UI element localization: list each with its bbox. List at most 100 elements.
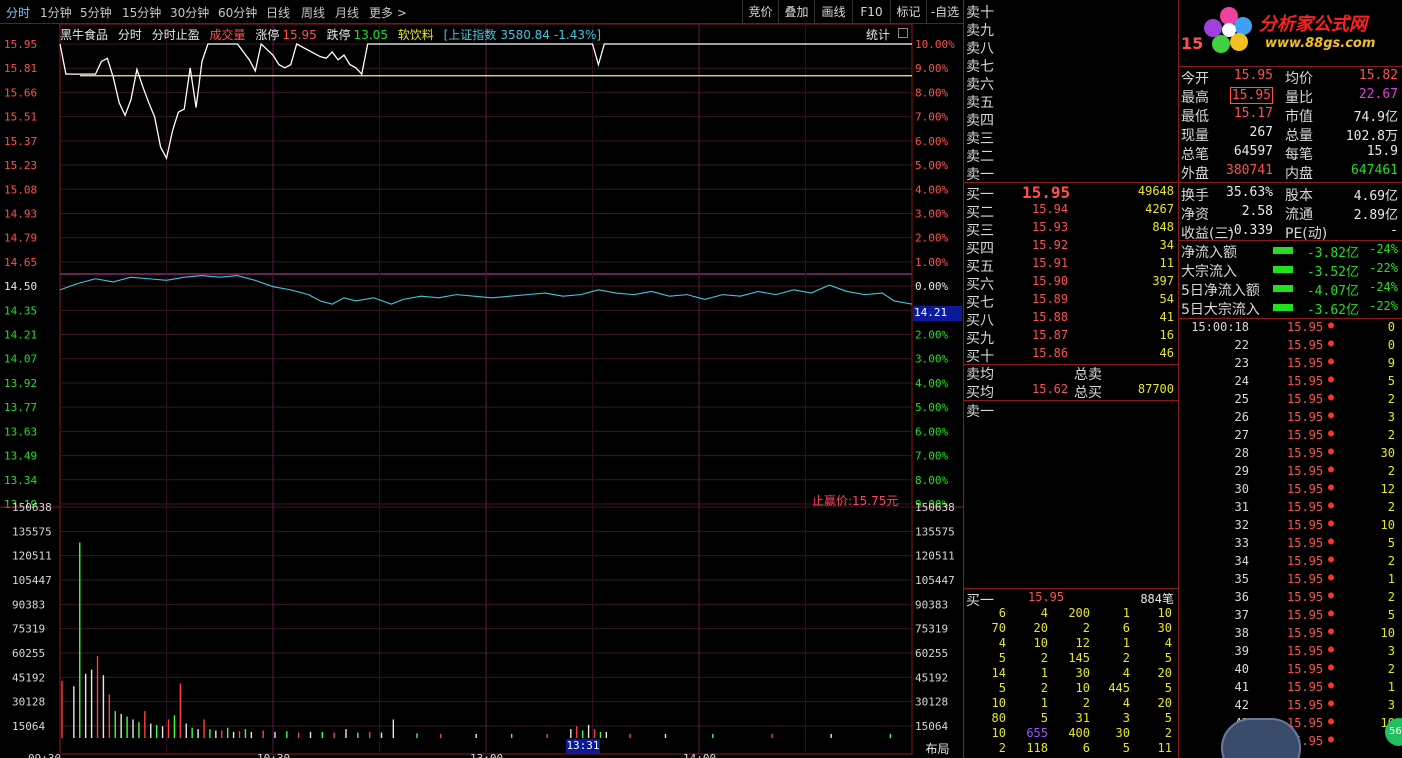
tick-row[interactable]: 39 15.95 ● 3 bbox=[1179, 644, 1401, 662]
volume-tick-label: 60255 bbox=[915, 647, 948, 660]
sell-level-row[interactable]: 卖七 bbox=[966, 56, 1176, 75]
tab-1min[interactable]: 1分钟 bbox=[40, 4, 72, 21]
expand-icon[interactable] bbox=[898, 28, 908, 38]
flow-bar bbox=[1273, 247, 1293, 254]
tick-price: 15.95 bbox=[1287, 320, 1324, 334]
sell-level-label: 卖八 bbox=[966, 41, 994, 57]
buy-level-label: 买九 bbox=[966, 331, 994, 347]
sell-level-row[interactable]: 卖四 bbox=[966, 110, 1176, 129]
buy-level-price: 15.90 bbox=[1032, 274, 1069, 288]
stat-row: 最低 15.17 市值 74.9亿 bbox=[1179, 106, 1401, 125]
tick-row[interactable]: 33 15.95 ● 5 bbox=[1179, 536, 1401, 554]
sell-level-label: 卖六 bbox=[966, 77, 994, 93]
buy-level-row[interactable]: 买九 15.87 16 bbox=[966, 328, 1176, 347]
tick-direction-icon: ● bbox=[1328, 626, 1335, 637]
mark-button[interactable]: 标记 bbox=[890, 0, 926, 24]
sell-level-row[interactable]: 卖五 bbox=[966, 92, 1176, 111]
tab-15min[interactable]: 15分钟 bbox=[122, 4, 161, 21]
tick-direction-icon: ● bbox=[1328, 716, 1335, 727]
buy-level-row[interactable]: 买一 15.95 49648 bbox=[966, 183, 1176, 203]
intraday-chart[interactable]: 15.95 10.00% 15.81 9.00% 15.66 8.00% 15.51 7.00… bbox=[0, 24, 963, 758]
chart-canvas[interactable]: 15.95 10.00% 15.81 9.00% 15.66 8.00% 15.51 7.00… bbox=[0, 24, 963, 758]
tab-60min[interactable]: 60分钟 bbox=[218, 4, 257, 21]
flow-percent: -22% bbox=[1369, 299, 1398, 313]
tick-row[interactable]: 37 15.95 ● 5 bbox=[1179, 608, 1401, 626]
sell-level-row[interactable]: 卖八 bbox=[966, 38, 1176, 57]
tick-row[interactable]: 24 15.95 ● 5 bbox=[1179, 374, 1401, 392]
tick-row[interactable]: 22 15.95 ● 0 bbox=[1179, 338, 1401, 356]
buy-level-row[interactable]: 买五 15.91 11 bbox=[966, 256, 1176, 275]
tick-row[interactable]: 15:00:18 15.95 ● 0 bbox=[1179, 320, 1401, 338]
tab-30min[interactable]: 30分钟 bbox=[170, 4, 209, 21]
tick-row[interactable]: 32 15.95 ● 10 bbox=[1179, 518, 1401, 536]
mode-stop-profit[interactable]: 分时止盈 bbox=[152, 28, 200, 42]
queue-cell: 445 bbox=[1108, 681, 1130, 695]
sell-level-row[interactable]: 卖一 bbox=[966, 164, 1176, 183]
tick-row[interactable]: 23 15.95 ● 9 bbox=[1179, 356, 1401, 374]
tick-row[interactable]: 42 15.95 ● 3 bbox=[1179, 698, 1401, 716]
buy-level-volume: 11 bbox=[1159, 256, 1174, 270]
buy-level-row[interactable]: 买六 15.90 397 bbox=[966, 274, 1176, 293]
queue-cell: 145 bbox=[1068, 651, 1090, 665]
buy-level-row[interactable]: 买十 15.86 46 bbox=[966, 346, 1176, 365]
tab-daily[interactable]: 日线 bbox=[266, 4, 290, 21]
tick-volume: 2 bbox=[1387, 428, 1395, 442]
mode-intraday[interactable]: 分时 bbox=[118, 28, 142, 42]
buy-level-row[interactable]: 买八 15.88 41 bbox=[966, 310, 1176, 329]
tick-row[interactable]: 27 15.95 ● 2 bbox=[1179, 428, 1401, 446]
tab-monthly[interactable]: 月线 bbox=[335, 4, 359, 21]
tick-row[interactable]: 35 15.95 ● 1 bbox=[1179, 572, 1401, 590]
sell-level-row[interactable]: 卖六 bbox=[966, 74, 1176, 93]
layout-button[interactable]: 布局 bbox=[913, 740, 962, 758]
tick-price: 15.95 bbox=[1287, 356, 1324, 370]
tick-row[interactable]: 40 15.95 ● 2 bbox=[1179, 662, 1401, 680]
stat-value: 74.9亿 bbox=[1353, 110, 1398, 125]
tick-row[interactable]: 30 15.95 ● 12 bbox=[1179, 482, 1401, 500]
buy-level-row[interactable]: 买三 15.93 848 bbox=[966, 220, 1176, 239]
stat-label: 流通 bbox=[1285, 207, 1313, 223]
tick-row[interactable]: 31 15.95 ● 2 bbox=[1179, 500, 1401, 518]
tab-weekly[interactable]: 周线 bbox=[301, 4, 325, 21]
sell-level-row[interactable]: 卖三 bbox=[966, 128, 1176, 147]
buy-level-row[interactable]: 买二 15.94 4267 bbox=[966, 202, 1176, 221]
tick-time: 42 bbox=[1234, 698, 1249, 712]
queue-cell: 20 bbox=[1033, 621, 1048, 635]
buy-total-label: 总买 bbox=[1074, 385, 1102, 401]
tick-direction-icon: ● bbox=[1328, 608, 1335, 619]
percent-tick-label: 7.00% bbox=[915, 111, 948, 124]
auction-button[interactable]: 竞价 bbox=[742, 0, 778, 24]
tick-price: 15.95 bbox=[1287, 446, 1324, 460]
draw-line-button[interactable]: 画线 bbox=[814, 0, 852, 24]
volume-tick-label: 15064 bbox=[12, 720, 45, 733]
queue-cell: 2 bbox=[1082, 696, 1090, 710]
percent-tick-label: 5.00% bbox=[915, 159, 948, 172]
tab-5min[interactable]: 5分钟 bbox=[80, 4, 112, 21]
stats-button[interactable]: 统计 bbox=[866, 26, 890, 43]
buy-level-price: 15.88 bbox=[1032, 310, 1069, 324]
queue-cell: 10 bbox=[1033, 636, 1048, 650]
buy-level-volume: 41 bbox=[1159, 310, 1174, 324]
tick-price: 15.95 bbox=[1287, 590, 1324, 604]
overlay-button[interactable]: 叠加 bbox=[778, 0, 814, 24]
queue-cell: 400 bbox=[1068, 726, 1090, 740]
buy-level-row[interactable]: 买七 15.89 54 bbox=[966, 292, 1176, 311]
sell-level-row[interactable]: 卖十 bbox=[966, 2, 1176, 21]
buy-level-row[interactable]: 买四 15.92 34 bbox=[966, 238, 1176, 257]
stat-label: 总量 bbox=[1285, 128, 1313, 144]
tick-row[interactable]: 29 15.95 ● 2 bbox=[1179, 464, 1401, 482]
tick-row[interactable]: 28 15.95 ● 30 bbox=[1179, 446, 1401, 464]
tick-row[interactable]: 41 15.95 ● 1 bbox=[1179, 680, 1401, 698]
tab-more[interactable]: 更多 > bbox=[369, 4, 407, 21]
f10-button[interactable]: F10 bbox=[852, 0, 890, 24]
tick-row[interactable]: 36 15.95 ● 2 bbox=[1179, 590, 1401, 608]
tick-row[interactable]: 38 15.95 ● 10 bbox=[1179, 626, 1401, 644]
tick-row[interactable]: 26 15.95 ● 3 bbox=[1179, 410, 1401, 428]
percent-tick-label: 6.00% bbox=[915, 135, 948, 148]
tick-row[interactable]: 25 15.95 ● 2 bbox=[1179, 392, 1401, 410]
tab-intraday[interactable]: 分时 bbox=[6, 4, 30, 21]
tick-row[interactable]: 34 15.95 ● 2 bbox=[1179, 554, 1401, 572]
sell-level-row[interactable]: 卖九 bbox=[966, 20, 1176, 39]
watchlist-button[interactable]: -自选 bbox=[926, 0, 963, 24]
volume-tick-label: 75319 bbox=[915, 623, 948, 636]
sell-level-row[interactable]: 卖二 bbox=[966, 146, 1176, 165]
